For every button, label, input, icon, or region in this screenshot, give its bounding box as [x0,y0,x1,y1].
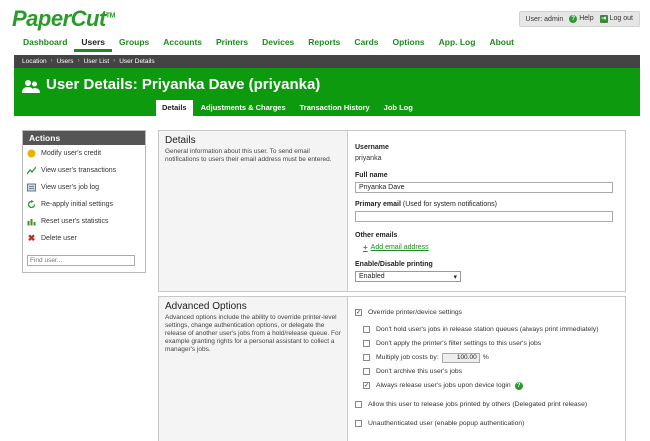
advanced-info: Advanced Options Advanced options includ… [159,297,347,441]
nav-options[interactable]: Options [386,36,432,52]
action-modify-credit[interactable]: Modify user's credit [23,145,145,162]
plus-icon: + [363,243,368,252]
chevron-right-icon: › [113,58,116,64]
no-hold-checkbox[interactable] [363,326,370,333]
multiplier-input[interactable] [441,352,480,363]
details-title: Details [165,135,196,146]
delegate-checkbox-row[interactable]: Allow this user to release jobs printed … [355,399,618,410]
find-user-input[interactable] [27,255,135,266]
details-description: General information about this user. To … [165,148,332,163]
action-view-job-log[interactable]: View user's job log [23,179,145,196]
details-info: Details General information about this u… [159,131,347,291]
breadcrumb: Location › Users › User List › User Details [14,55,640,68]
delegate-checkbox[interactable] [355,401,362,408]
tab-adjustments[interactable]: Adjustments & Charges [195,100,292,116]
add-email-link[interactable]: + Add email address [363,243,618,252]
delete-icon: ✖ [27,233,36,243]
printing-select[interactable]: Enabled ▾ [355,271,461,282]
reapply-icon [27,200,36,209]
no-hold-checkbox-row[interactable]: Don't hold user's jobs in release statio… [363,324,618,335]
action-reset-statistics[interactable]: Reset user's statistics [23,213,145,230]
dropdown-arrow-icon: ▾ [453,273,457,281]
always-release-checkbox-row[interactable]: ✓ Always release user's jobs upon device… [363,380,618,391]
nav-accounts[interactable]: Accounts [156,36,209,52]
nav-reports[interactable]: Reports [301,36,347,52]
multiply-cost-checkbox[interactable] [363,354,370,361]
chevron-right-icon: › [77,58,80,64]
chart-icon [27,166,36,175]
email-field[interactable] [355,211,613,222]
top-header: PaperCutTM User: admin ? Help ⇥ Log out Da… [0,0,650,52]
help-icon: ? [569,15,578,23]
multiply-cost-checkbox-row[interactable]: Multiply job costs by: % [363,352,618,363]
override-checkbox-row[interactable]: ✓ Override printer/device settings [355,307,618,318]
nav-dashboard[interactable]: Dashboard [16,36,74,52]
advanced-title: Advanced Options [165,301,247,312]
nav-cards[interactable]: Cards [347,36,385,52]
advanced-form: ✓ Override printer/device settings Don't… [347,297,625,441]
action-reapply-settings[interactable]: Re-apply initial settings [23,196,145,213]
printing-label: Enable/Disable printing [355,261,433,268]
override-checkbox[interactable]: ✓ [355,309,362,316]
no-archive-checkbox[interactable] [363,368,370,375]
no-archive-checkbox-row[interactable]: Don't archive this user's jobs [363,366,618,377]
breadcrumb-users[interactable]: Users [57,55,74,68]
log-icon [27,183,36,192]
unauth-checkbox[interactable] [355,420,362,427]
nav-app-log[interactable]: App. Log [432,36,483,52]
nav-devices[interactable]: Devices [255,36,301,52]
logout-icon: ⇥ [599,15,608,23]
action-view-transactions[interactable]: View user's transactions [23,162,145,179]
help-link[interactable]: ? Help [569,15,594,23]
unauth-checkbox-row[interactable]: Unauthenticated user (enable popup authe… [355,418,618,429]
actions-panel: Actions Modify user's credit View user's… [22,130,146,273]
advanced-description: Advanced options include the ability to … [165,314,341,353]
username-label: Username [355,144,389,151]
current-user-label: User: admin [525,15,564,23]
details-form: Username priyanka Full name Primary emai… [347,131,625,291]
no-filter-checkbox-row[interactable]: Don't apply the printer's filter setting… [363,338,618,349]
fullname-field[interactable] [355,182,613,193]
page-title: User Details: Priyanka Dave (priyanka) [46,76,321,93]
page-header: User Details: Priyanka Dave (priyanka) D… [14,68,640,116]
username-value: priyanka [355,155,382,162]
help-icon[interactable]: ? [514,381,523,390]
user-box: User: admin ? Help ⇥ Log out [518,11,640,27]
actions-title: Actions [23,131,145,145]
breadcrumb-user-details: User Details [119,58,155,65]
chevron-right-icon: › [50,58,53,64]
nav-about[interactable]: About [482,36,521,52]
main-nav: Dashboard Users Groups Accounts Printers… [16,36,521,52]
email-label: Primary email (Used for system notificat… [355,201,498,208]
advanced-panel: Advanced Options Advanced options includ… [158,296,626,441]
fullname-label: Full name [355,172,388,179]
other-emails-label: Other emails [355,232,398,239]
breadcrumb-user-list[interactable]: User List [84,55,110,68]
nav-printers[interactable]: Printers [209,36,255,52]
nav-groups[interactable]: Groups [112,36,156,52]
coin-icon [27,149,36,158]
detail-tabs: Details Adjustments & Charges Transactio… [156,100,419,116]
details-panel: Details General information about this u… [158,130,626,292]
logout-link[interactable]: ⇥ Log out [599,15,633,23]
users-icon [22,80,40,93]
reset-icon [27,217,36,226]
tab-details[interactable]: Details [156,100,193,116]
multiplier-unit: % [482,354,489,361]
always-release-checkbox[interactable]: ✓ [363,382,370,389]
nav-users[interactable]: Users [74,36,113,52]
tab-job-log[interactable]: Job Log [378,100,419,116]
action-delete-user[interactable]: ✖ Delete user [23,230,145,247]
papercut-logo[interactable]: PaperCutTM [12,6,115,32]
tab-transaction-history[interactable]: Transaction History [294,100,376,116]
breadcrumb-location: Location [22,58,47,65]
no-filter-checkbox[interactable] [363,340,370,347]
